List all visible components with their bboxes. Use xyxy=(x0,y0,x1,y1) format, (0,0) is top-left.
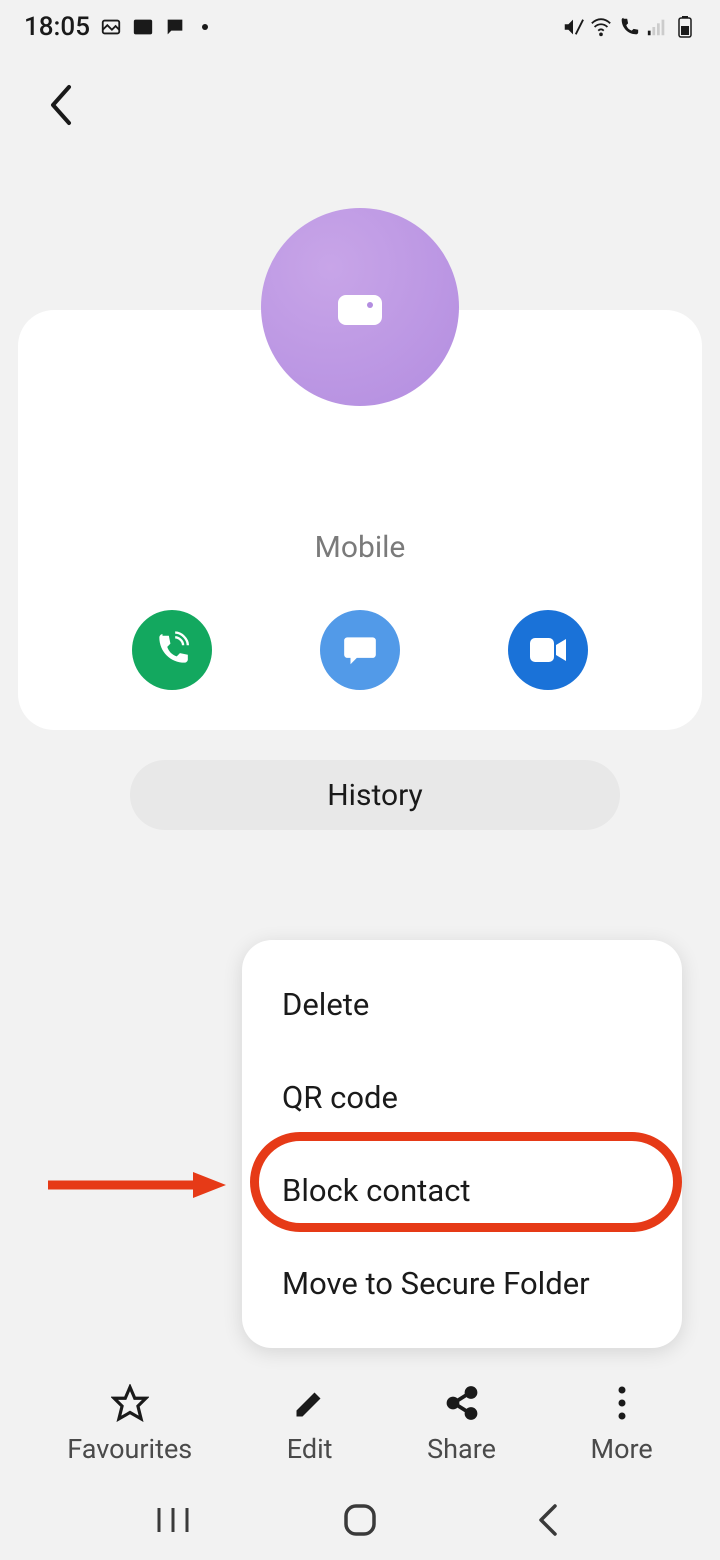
share-button[interactable]: Share xyxy=(427,1383,496,1465)
recents-button[interactable] xyxy=(143,1500,203,1540)
battery-icon xyxy=(674,16,696,38)
contact-avatar[interactable] xyxy=(261,208,459,406)
action-row xyxy=(18,610,702,690)
menu-qr-code[interactable]: QR code xyxy=(242,1051,682,1144)
email-icon xyxy=(132,16,154,38)
menu-move-secure-folder[interactable]: Move to Secure Folder xyxy=(242,1237,682,1330)
back-button[interactable] xyxy=(40,85,80,125)
system-nav-bar xyxy=(0,1480,720,1560)
share-icon xyxy=(442,1383,482,1423)
signal-icon xyxy=(646,16,668,38)
wifi-icon xyxy=(590,16,612,38)
camera-icon xyxy=(336,287,384,327)
image-icon xyxy=(100,16,122,38)
bottom-bar: Favourites Edit Share More xyxy=(0,1373,720,1475)
favourites-button[interactable]: Favourites xyxy=(67,1383,192,1465)
history-label: History xyxy=(327,778,422,813)
favourites-label: Favourites xyxy=(67,1433,192,1465)
more-icon xyxy=(602,1383,642,1423)
share-label: Share xyxy=(427,1433,496,1465)
annotation-arrow xyxy=(48,1170,228,1200)
mute-icon xyxy=(562,16,584,38)
wifi-calling-icon xyxy=(618,16,640,38)
menu-block-contact[interactable]: Block contact xyxy=(242,1144,682,1237)
nav-back-button[interactable] xyxy=(517,1500,577,1540)
more-label: More xyxy=(591,1433,653,1465)
chat-icon xyxy=(164,16,186,38)
message-icon xyxy=(341,631,379,669)
edit-button[interactable]: Edit xyxy=(287,1383,333,1465)
phone-icon xyxy=(153,631,191,669)
edit-label: Edit xyxy=(287,1433,333,1465)
pencil-icon xyxy=(290,1383,330,1423)
video-call-button[interactable] xyxy=(508,610,588,690)
star-icon xyxy=(110,1383,150,1423)
more-button[interactable]: More xyxy=(591,1383,653,1465)
home-button[interactable] xyxy=(330,1500,390,1540)
video-icon xyxy=(528,636,568,664)
phone-type-label: Mobile xyxy=(18,530,702,565)
status-bar: 18:05 xyxy=(0,0,720,54)
menu-delete[interactable]: Delete xyxy=(242,958,682,1051)
history-button[interactable]: History xyxy=(130,760,620,830)
call-button[interactable] xyxy=(132,610,212,690)
dot-icon xyxy=(202,24,208,30)
more-menu: Delete QR code Block contact Move to Sec… xyxy=(242,940,682,1348)
message-button[interactable] xyxy=(320,610,400,690)
status-time: 18:05 xyxy=(24,12,90,42)
